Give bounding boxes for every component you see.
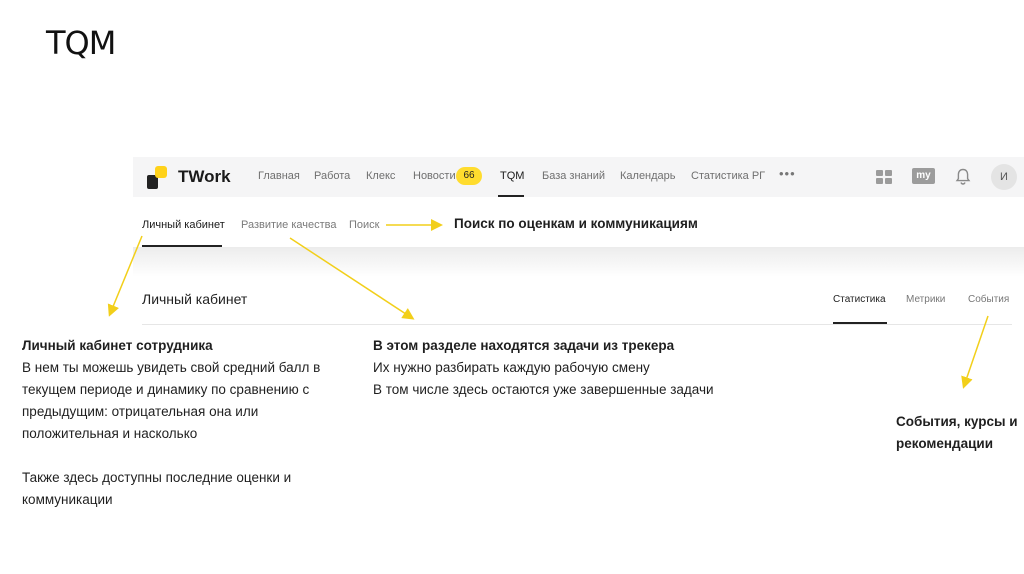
callout-tracker-line: Их нужно разбирать каждую рабочую смену	[373, 360, 650, 375]
arrow-cabinet	[107, 235, 143, 317]
callout-cabinet-line: положительная и насколько	[22, 426, 198, 441]
callout-cabinet-extra: Также здесь доступны последние оценки и	[22, 470, 292, 485]
callout-tracker: В этом разделе находятся задачи из треке…	[373, 335, 773, 401]
callout-tracker-heading: В этом разделе находятся задачи из треке…	[373, 338, 675, 353]
callout-events: События, курсы и рекомендации	[896, 411, 1024, 455]
callout-cabinet-line: предыдущим: отрицательная она или	[22, 404, 259, 419]
arrow-tracker	[289, 237, 415, 320]
callout-events-line: События, курсы и	[896, 414, 1018, 429]
callout-tracker-line: В том числе здесь остаются уже завершенн…	[373, 382, 714, 397]
callout-cabinet-line: текущем периоде и динамику по сравнению …	[22, 382, 310, 397]
callout-cabinet-heading: Личный кабинет сотрудника	[22, 338, 213, 353]
arrow-events	[961, 315, 989, 389]
callout-cabinet-line: В нем ты можешь увидеть свой средний бал…	[22, 360, 321, 375]
callout-events-line: рекомендации	[896, 436, 994, 451]
callout-search: Поиск по оценкам и коммуникациям	[454, 216, 698, 231]
callout-cabinet: Личный кабинет сотрудника В нем ты можеш…	[22, 335, 342, 511]
callout-cabinet-extra: коммуникации	[22, 492, 113, 507]
